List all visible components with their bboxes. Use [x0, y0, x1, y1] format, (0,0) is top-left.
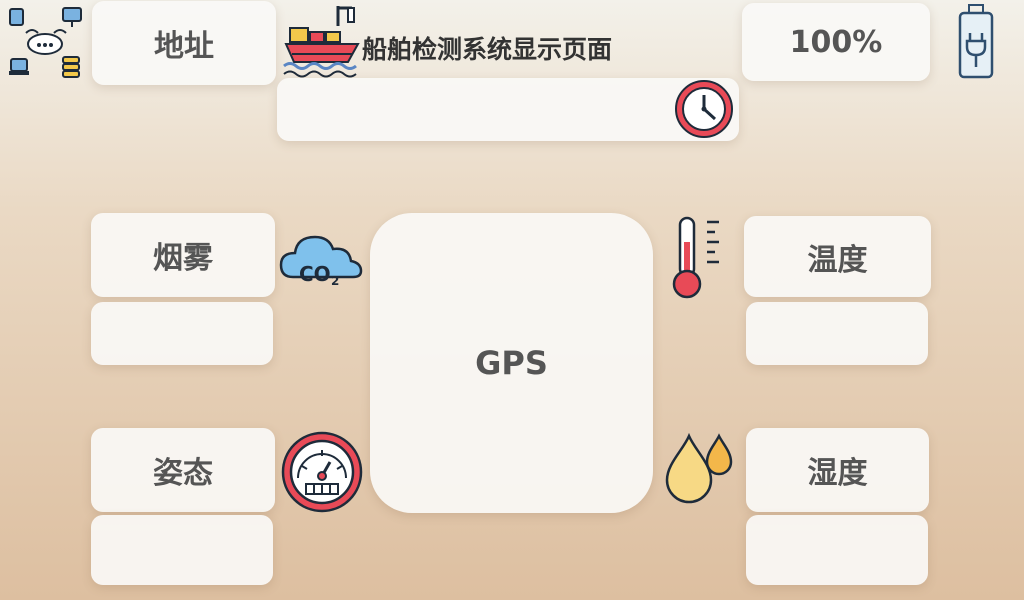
page-title: 船舶检测系统显示页面 — [362, 35, 613, 64]
thermometer-icon — [672, 216, 719, 299]
address-card[interactable]: 地址 — [92, 1, 276, 85]
gps-label: GPS — [475, 344, 548, 382]
clock-icon — [675, 80, 733, 138]
ship-icon — [283, 6, 360, 78]
attitude-value — [91, 515, 273, 585]
humidity-label: 湿度 — [807, 456, 868, 491]
humidity-card[interactable]: 湿度 — [746, 428, 929, 512]
svg-text:2: 2 — [331, 274, 339, 288]
battery-card[interactable]: 100% — [742, 3, 930, 81]
smoke-value — [91, 302, 273, 365]
network-icon — [9, 7, 82, 78]
gauge-icon — [281, 431, 363, 513]
attitude-card[interactable]: 姿态 — [91, 428, 275, 512]
attitude-label: 姿态 — [153, 456, 213, 491]
smoke-card[interactable]: 烟雾 — [91, 213, 275, 297]
gps-panel[interactable]: GPS — [370, 213, 653, 513]
smoke-label: 烟雾 — [153, 241, 213, 276]
temperature-label: 温度 — [807, 242, 868, 278]
humidity-value — [746, 515, 928, 585]
temperature-value — [746, 302, 928, 365]
water-drops-icon — [665, 432, 733, 504]
co2-cloud-icon: CO 2 — [279, 235, 363, 288]
svg-text:CO: CO — [299, 262, 331, 286]
battery-icon — [958, 4, 994, 79]
battery-level-label: 100% — [789, 24, 883, 60]
address-label: 地址 — [154, 29, 214, 64]
time-display — [277, 78, 739, 141]
temperature-card[interactable]: 温度 — [744, 216, 931, 297]
